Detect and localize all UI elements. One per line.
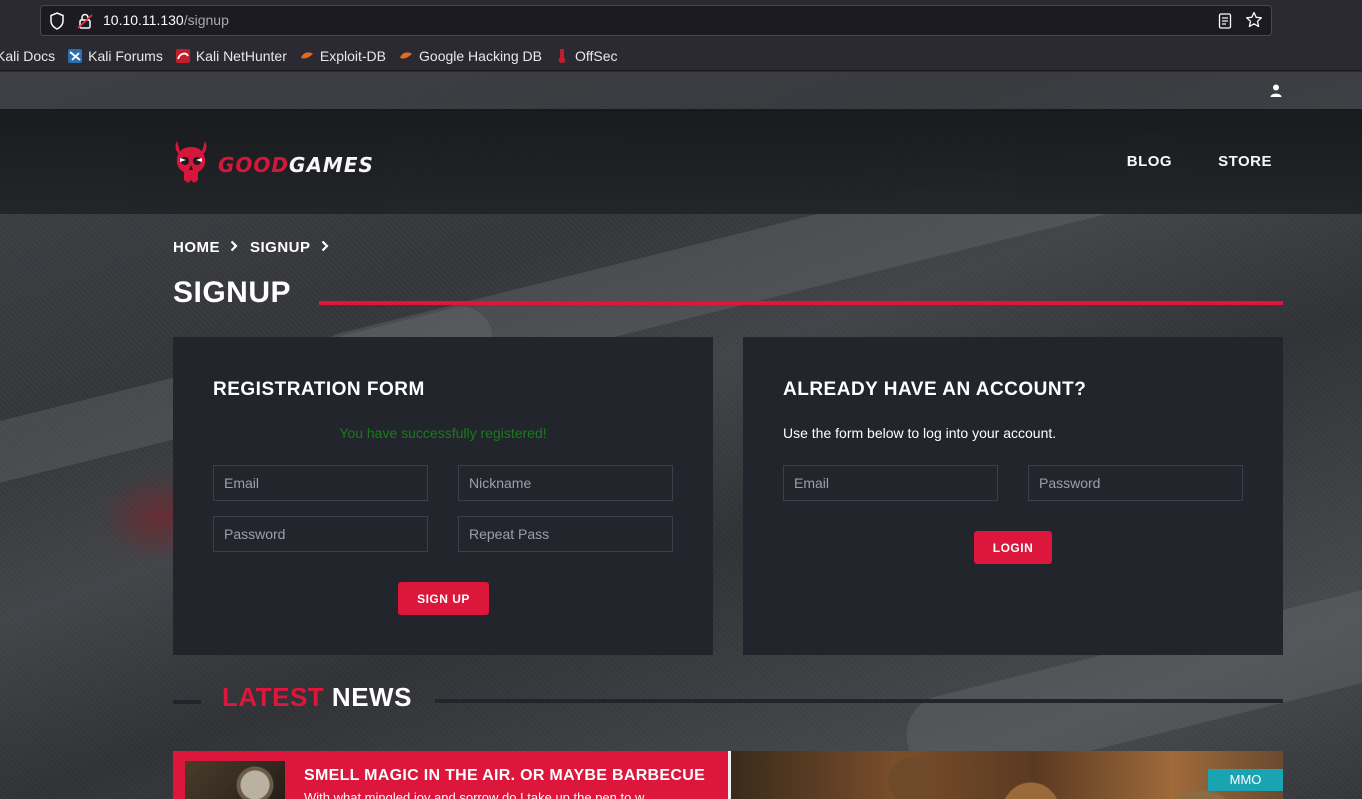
bookmark-exploit-db[interactable]: Exploit-DB [299,48,386,64]
nav-link-blog[interactable]: BLOG [1127,153,1172,170]
news-heading-part1: LATEST [222,682,325,712]
login-password-input[interactable] [1028,465,1243,501]
site-navbar: GOODGAMES BLOG STORE [0,109,1362,214]
bookmark-star-icon[interactable] [1245,11,1263,34]
skull-logo-icon [172,139,210,190]
news-article-title[interactable]: SMELL MAGIC IN THE AIR. OR MAYBE BARBECU… [304,767,705,785]
registration-heading: REGISTRATION FORM [213,379,425,400]
bookmark-label: Exploit-DB [319,47,387,64]
bookmark-kali-forums[interactable]: Kali Forums [67,48,163,64]
success-message: You have successfully registered! [339,425,547,441]
bookmark-label: OffSec [574,47,618,64]
bookmark-label: Google Hacking DB [419,47,542,64]
latest-news-heading: LATEST NEWS [222,682,412,713]
offsec-icon [554,48,570,64]
login-email-input[interactable] [783,465,998,501]
kali-forums-icon [67,48,83,64]
sign-up-button[interactable]: SIGN UP [398,582,489,615]
chevron-right-icon [321,239,329,256]
breadcrumb: HOME SIGNUP [173,239,341,256]
chevron-right-icon [230,239,238,256]
news-thumbnail[interactable] [185,761,285,799]
bookmarks-bar: Kali Docs Kali Forums Kali NetHunter Exp… [0,41,1362,71]
ghdb-icon [398,48,414,64]
url-path: /signup [183,12,229,28]
news-article-excerpt: With what mingled joy and sorrow do I ta… [304,790,645,799]
main-nav: BLOG STORE [1127,153,1272,170]
exploit-db-icon [299,48,315,64]
bookmark-kali-docs[interactable]: Kali Docs [0,48,55,64]
reader-view-icon[interactable] [1217,12,1233,35]
bookmark-label: Kali Forums [88,47,163,64]
breadcrumb-signup[interactable]: SIGNUP [250,239,311,256]
page-title: SIGNUP [173,276,292,309]
logo-text-part1: GOOD [218,152,290,177]
url-host: 10.10.11.130 [103,12,184,28]
shield-icon[interactable] [49,12,65,35]
nav-link-store[interactable]: STORE [1218,153,1272,170]
top-bar [0,72,1362,109]
registration-form-card: REGISTRATION FORM You have successfully … [173,337,713,655]
news-article-card[interactable]: SMELL MAGIC IN THE AIR. OR MAYBE BARBECU… [173,751,728,799]
user-icon[interactable] [1270,84,1282,102]
news-divider-left [173,700,201,704]
news-feature-image[interactable]: MMO [728,751,1283,799]
logo-text-part2: GAMES [289,152,374,177]
url-text[interactable]: 10.10.11.130/signup [103,12,229,28]
lock-icon[interactable] [77,12,93,35]
news-category-tag[interactable]: MMO [1208,769,1283,791]
login-heading: ALREADY HAVE AN ACCOUNT? [783,379,1087,400]
login-form-card: ALREADY HAVE AN ACCOUNT? Use the form be… [743,337,1283,655]
kali-nethunter-icon [175,48,191,64]
title-divider [319,301,1283,305]
bookmark-google-hacking-db[interactable]: Google Hacking DB [398,48,542,64]
register-email-input[interactable] [213,465,428,501]
register-repeat-password-input[interactable] [458,516,673,552]
url-bar[interactable]: 10.10.11.130/signup [40,5,1272,36]
bookmark-label: Kali Docs [0,47,56,64]
browser-toolbar: 10.10.11.130/signup [0,0,1362,41]
login-lead-text: Use the form below to log into your acco… [783,425,1057,441]
bookmark-label: Kali NetHunter [195,47,287,64]
login-button[interactable]: LOGIN [974,531,1052,564]
logo-text: GOODGAMES [218,153,374,177]
register-password-input[interactable] [213,516,428,552]
register-nickname-input[interactable] [458,465,673,501]
bookmark-offsec[interactable]: OffSec [554,48,618,64]
site-logo[interactable]: GOODGAMES [172,139,374,190]
news-divider-right [435,699,1283,703]
breadcrumb-home[interactable]: HOME [173,239,220,256]
web-page: GOODGAMES BLOG STORE HOME SIGNUP SIGNUP … [0,72,1362,799]
bookmark-kali-nethunter[interactable]: Kali NetHunter [175,48,287,64]
news-heading-part2: NEWS [331,682,412,712]
